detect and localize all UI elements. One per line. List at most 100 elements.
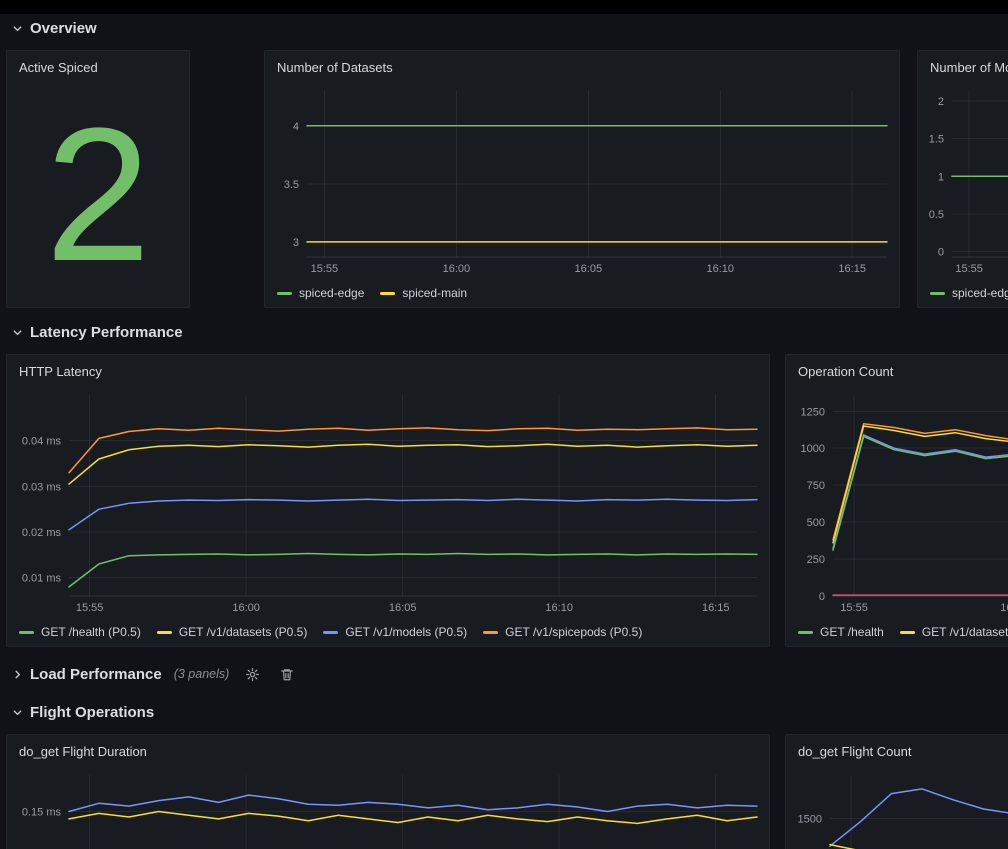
svg-text:15:55: 15:55 [311,263,339,275]
svg-text:0.03 ms: 0.03 ms [22,481,62,493]
svg-text:1000: 1000 [801,443,825,455]
section-header-latency-performance[interactable]: Latency Performance [12,320,183,344]
svg-text:4: 4 [293,121,299,133]
panel-title-flight-duration[interactable]: do_get Flight Duration [7,735,769,767]
svg-text:16:10: 16:10 [706,263,734,275]
row-settings-button[interactable] [245,667,260,682]
svg-text:16:00: 16:00 [1000,602,1008,614]
legend-item[interactable]: GET /health (P0.5) [19,625,141,639]
legend-item[interactable]: GET /health [798,625,884,639]
section-header-overview[interactable]: Overview [12,16,97,40]
legend-series-label: GET /v1/datasets [922,625,1008,639]
legend-series-color [277,292,292,295]
top-black-bar [0,0,1008,14]
section-header-flight-operations[interactable]: Flight Operations [12,700,154,724]
legend-series-color [19,631,34,634]
legend-item[interactable]: spiced-main [380,286,467,300]
legend-item[interactable]: GET /v1/datasets [900,625,1008,639]
panel-title-operation-count[interactable]: Operation Count [786,355,1008,387]
legend-item[interactable]: GET /v1/models (P0.5) [323,625,467,639]
panel-title-number-of-models[interactable]: Number of Models [918,51,1008,83]
svg-text:16:05: 16:05 [389,602,417,614]
svg-text:1: 1 [938,171,944,183]
svg-text:16:10: 16:10 [545,602,573,614]
svg-text:0.15 ms: 0.15 ms [22,807,62,819]
chart-legend-number-of-models: spiced-edge [918,279,1008,307]
legend-series-label: GET /health [820,625,884,639]
section-title-overview: Overview [30,20,97,37]
svg-text:0.01 ms: 0.01 ms [22,573,62,585]
legend-item[interactable]: spiced-edge [930,286,1008,300]
section-panel-count: (3 panels) [174,667,230,681]
panel-title-http-latency[interactable]: HTTP Latency [7,355,769,387]
chevron-right-icon [12,669,23,680]
section-title-load-performance: Load Performance [30,666,162,683]
svg-text:1.5: 1.5 [929,134,944,146]
panel-number-of-models: Number of Models 21.510.5015:5516:0016:0… [917,50,1008,308]
section-header-load-performance[interactable]: Load Performance (3 panels) [12,662,294,686]
chart-canvas-number-of-datasets[interactable]: 43.5315:5516:0016:0516:1016:15 [265,83,899,279]
chart-legend-http-latency: GET /health (P0.5) GET /v1/datasets (P0.5… [7,618,769,646]
legend-series-color [900,631,915,634]
svg-text:15:55: 15:55 [840,602,868,614]
panel-operation-count: Operation Count 12501000750500250015:551… [785,354,1008,647]
panel-do-get-flight-duration: do_get Flight Duration 0.15 ms15:5516:00… [6,734,770,849]
legend-series-color [483,631,498,634]
svg-text:1500: 1500 [798,813,822,825]
chart-canvas-http-latency[interactable]: 0.04 ms 0.03 ms 0.02 ms 0.01 ms 15:55 16:00 16… [7,387,769,618]
svg-text:3.5: 3.5 [284,179,299,191]
legend-item[interactable]: spiced-edge [277,286,364,300]
svg-text:16:00: 16:00 [443,263,471,275]
legend-series-color [157,631,172,634]
legend-series-label: spiced-edge [299,286,364,300]
chart-legend-operation-count: GET /health GET /v1/datasets [786,618,1008,646]
svg-text:0.02 ms: 0.02 ms [22,527,62,539]
panel-active-spiced: Active Spiced 2 [6,50,190,308]
chart-canvas-operation-count[interactable]: 12501000750500250015:5516:0016:0516:1016… [786,387,1008,618]
legend-series-color [323,631,338,634]
svg-text:16:00: 16:00 [232,602,260,614]
legend-item[interactable]: GET /v1/datasets (P0.5) [157,625,308,639]
svg-text:250: 250 [807,554,825,566]
legend-item[interactable]: GET /v1/spicepods (P0.5) [483,625,642,639]
panel-title-flight-count[interactable]: do_get Flight Count [786,735,1008,767]
svg-text:2: 2 [938,96,944,108]
svg-text:16:05: 16:05 [575,263,603,275]
legend-series-color [930,292,945,295]
grafana-dashboard: Overview Active Spiced 2 Number of Datas… [0,0,1008,849]
legend-series-color [798,631,813,634]
panel-number-of-datasets: Number of Datasets 4 3.5 3 15:55 16:00 16:05 1… [264,50,900,308]
legend-series-label: spiced-edge [952,286,1008,300]
chart-canvas-flight-duration[interactable]: 0.15 ms15:5516:0016:0516:1016:15 [7,767,769,849]
legend-series-label: GET /v1/spicepods (P0.5) [505,625,642,639]
svg-text:1250: 1250 [801,406,825,418]
section-title-flight-operations: Flight Operations [30,704,154,721]
legend-series-label: GET /v1/models (P0.5) [345,625,467,639]
panel-title-number-of-datasets[interactable]: Number of Datasets [265,51,899,83]
legend-series-label: GET /v1/datasets (P0.5) [179,625,308,639]
svg-text:0: 0 [938,247,944,259]
chevron-down-icon [12,23,23,34]
legend-series-label: GET /health (P0.5) [41,625,141,639]
chevron-down-icon [12,327,23,338]
svg-text:0.04 ms: 0.04 ms [22,436,62,448]
legend-series-color [380,292,395,295]
panel-do-get-flight-count: do_get Flight Count 150015:5516:0016:051… [785,734,1008,849]
chart-legend-number-of-datasets: spiced-edge spiced-main [265,279,899,307]
chart-canvas-flight-count[interactable]: 150015:5516:0016:0516:1016:15 [786,767,1008,849]
svg-text:750: 750 [807,480,825,492]
svg-text:15:55: 15:55 [955,263,983,275]
svg-text:0.5: 0.5 [929,209,944,221]
stat-value: 2 [7,83,189,307]
svg-text:15:55: 15:55 [76,602,104,614]
svg-text:500: 500 [807,517,825,529]
svg-text:3: 3 [293,237,299,249]
section-title-latency-performance: Latency Performance [30,324,183,341]
row-delete-button[interactable] [280,667,294,682]
panel-http-latency: HTTP Latency 0.04 ms 0.03 ms 0.02 ms 0.01 m… [6,354,770,647]
legend-series-label: spiced-main [402,286,467,300]
svg-text:16:15: 16:15 [702,602,730,614]
chart-canvas-number-of-models[interactable]: 21.510.5015:5516:0016:0516:1016:15 [918,83,1008,279]
chevron-down-icon [12,707,23,718]
panel-title-active-spiced[interactable]: Active Spiced [7,51,189,83]
